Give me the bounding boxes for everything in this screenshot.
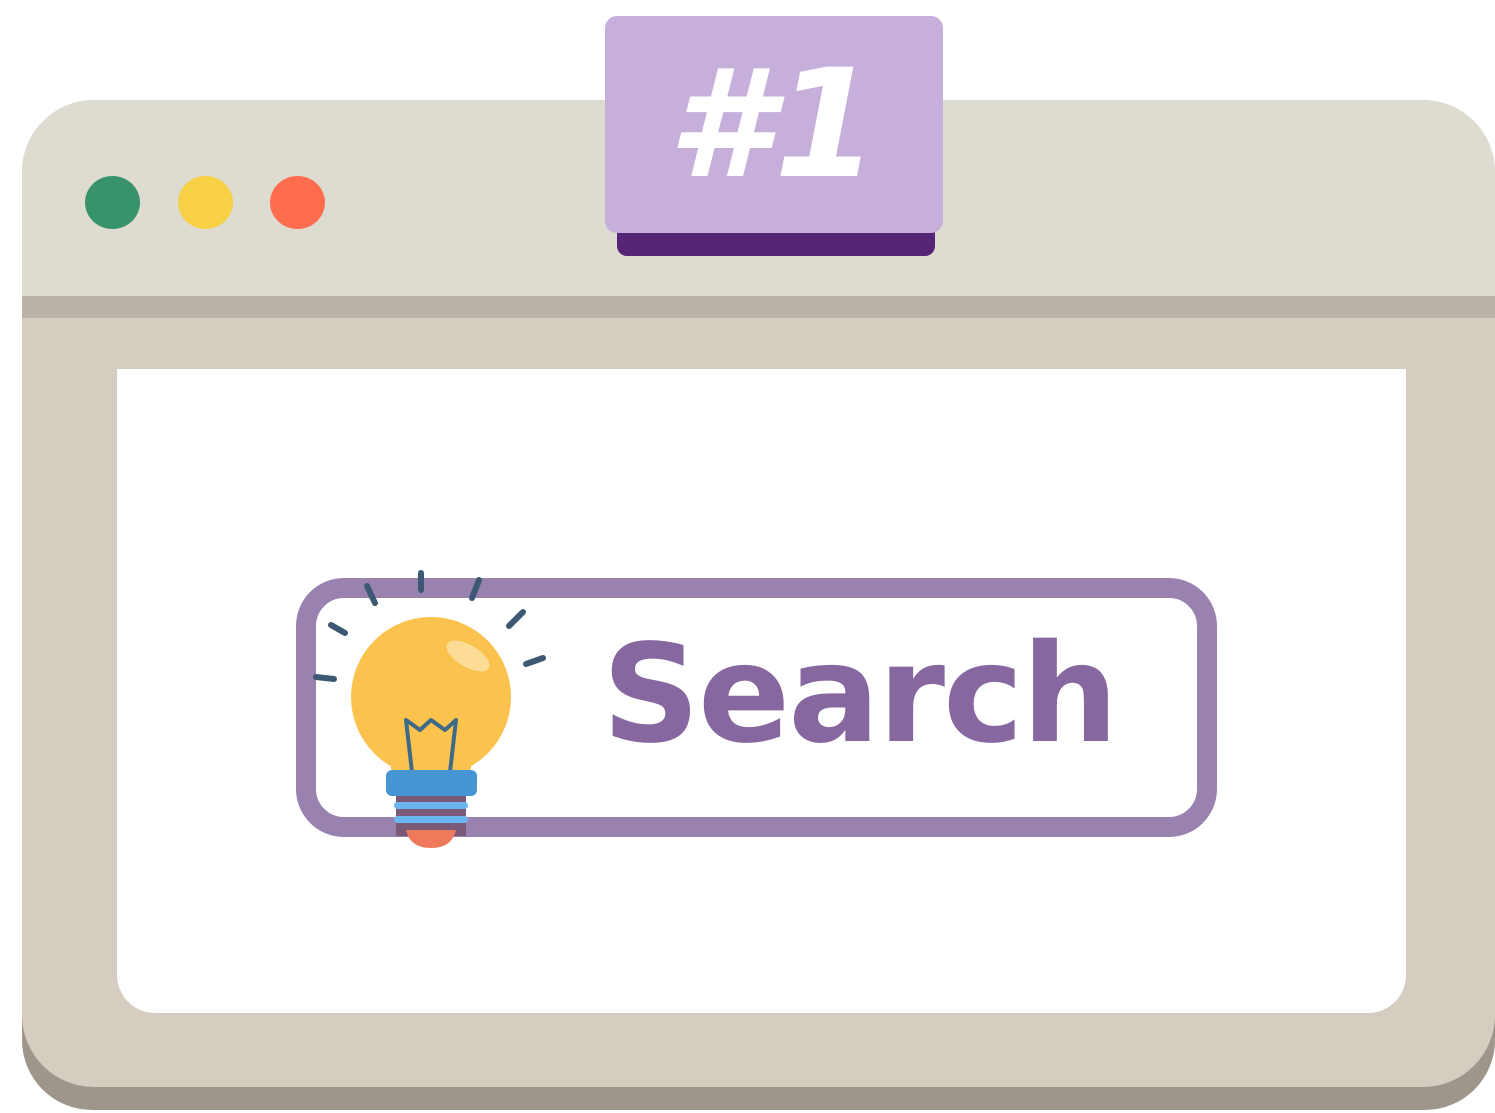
- bulb-base: [386, 770, 477, 796]
- window-control-red[interactable]: [270, 176, 325, 229]
- bulb-thread-2: [394, 816, 468, 823]
- rank-badge-label: #1: [667, 37, 881, 212]
- lightbulb-icon: [313, 570, 546, 848]
- title-bar-divider: [22, 296, 1495, 318]
- bulb-thread-1: [394, 802, 468, 809]
- rank-badge: #1: [605, 16, 943, 233]
- window-control-green[interactable]: [85, 176, 140, 229]
- window-control-yellow[interactable]: [178, 176, 233, 229]
- search-label: Search: [602, 616, 1118, 774]
- illustration: #1 Search: [0, 0, 1495, 1113]
- bulb-tip: [406, 830, 456, 848]
- bulb-glass: [351, 617, 511, 777]
